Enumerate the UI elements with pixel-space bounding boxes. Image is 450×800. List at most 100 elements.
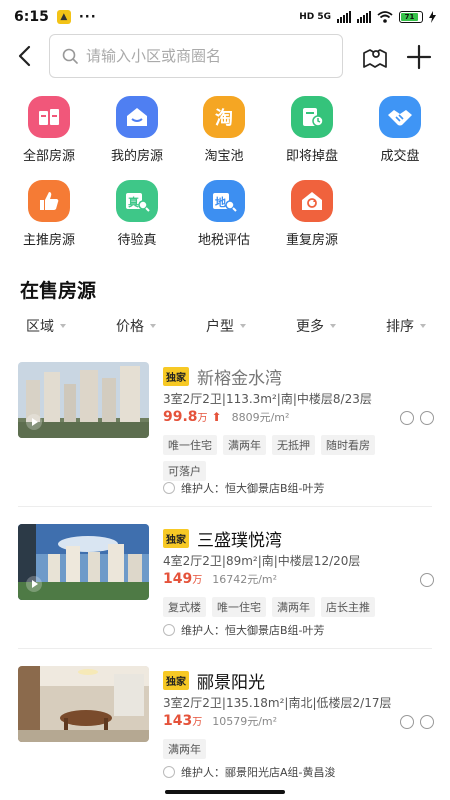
price-value: 99.8 — [163, 409, 198, 425]
svg-text:真: 真 — [128, 195, 139, 209]
home-indicator[interactable] — [165, 790, 285, 794]
fn-tax-assessment[interactable]: 地 地税评估 — [184, 180, 264, 248]
fn-taobao-pool[interactable]: 淘 淘宝池 — [184, 96, 264, 164]
signal-2-icon — [357, 11, 371, 23]
play-video-icon[interactable] — [26, 414, 42, 430]
fn-expiring-listings[interactable]: 即将掉盘 — [272, 96, 352, 164]
vr-icon[interactable] — [400, 411, 414, 425]
tag: 无抵押 — [272, 435, 315, 455]
keeper-label: 维护人： — [181, 624, 225, 637]
expiring-listings-icon — [291, 96, 333, 138]
tag: 唯一住宅 — [212, 597, 266, 617]
filter-label: 价格 — [116, 319, 144, 335]
filter-layout[interactable]: 户型 — [206, 316, 246, 336]
filter-sort[interactable]: 排序 — [386, 316, 426, 336]
listing-photo[interactable] — [18, 666, 149, 742]
listing-info: 独家 郦景阳光 3室2厅2卫|135.18m²|南北|低楼层2/17层 143万… — [163, 668, 438, 759]
section-title: 在售房源 — [20, 280, 97, 302]
unit-price: 16742元/m² — [212, 573, 278, 586]
handshake-icon — [379, 96, 421, 138]
vr-icon[interactable] — [400, 715, 414, 729]
interior-photo — [18, 666, 149, 742]
search-icon — [62, 48, 78, 64]
search-header — [0, 34, 450, 80]
status-bar: 6:15 ▲ ··· HD 5G 71 — [0, 0, 450, 34]
price-unit: 万 — [192, 717, 203, 728]
battery-icon: 71 — [399, 11, 423, 23]
tag: 满两年 — [163, 739, 206, 759]
fn-label: 主推房源 — [22, 233, 75, 248]
fn-closed-deals[interactable]: 成交盘 — [360, 96, 440, 164]
thumbs-up-icon — [28, 180, 70, 222]
listing-name[interactable]: 郦景阳光 — [197, 668, 265, 693]
listing-photo[interactable] — [18, 524, 149, 600]
tag: 随时看房 — [321, 435, 375, 455]
price-value: 143 — [163, 713, 193, 729]
fn-label: 待验真 — [117, 233, 157, 248]
chevron-down-icon — [420, 324, 426, 328]
tag: 满两年 — [272, 597, 315, 617]
listing-keeper: 维护人： 郦景阳光店A组-黄昌浚 — [163, 764, 336, 780]
compass-icon[interactable] — [420, 715, 434, 729]
tag-list: 满两年 — [163, 739, 413, 759]
play-video-icon[interactable] — [26, 576, 42, 592]
taobao-pool-icon: 淘 — [203, 96, 245, 138]
battery-level: 71 — [401, 13, 418, 21]
tag: 可落户 — [163, 461, 206, 481]
verify-icon: 真 — [116, 180, 158, 222]
price-value: 149 — [163, 571, 193, 587]
svg-text:地: 地 — [215, 195, 226, 209]
duplicate-icon — [291, 180, 333, 222]
fn-label: 即将掉盘 — [285, 149, 338, 164]
filter-label: 户型 — [206, 319, 234, 335]
all-listings-icon — [28, 96, 70, 138]
search-input[interactable] — [86, 47, 306, 65]
status-time: 6:15 — [14, 9, 49, 25]
listing-keeper: 维护人： 恒大御景店B组-叶芳 — [163, 622, 325, 638]
keeper-name: 恒大御景店B组-叶芳 — [225, 482, 325, 495]
filter-area[interactable]: 区域 — [26, 316, 66, 336]
back-icon[interactable] — [14, 44, 38, 68]
listing-name[interactable]: 三盛璞悦湾 — [197, 526, 282, 551]
fn-pending-verification[interactable]: 真 待验真 — [97, 180, 177, 248]
exclusive-badge: 独家 — [163, 366, 189, 386]
map-location-icon[interactable] — [362, 44, 388, 70]
keeper-name: 郦景阳光店A组-黄昌浚 — [225, 766, 336, 779]
compass-icon[interactable] — [420, 411, 434, 425]
chevron-down-icon — [330, 324, 336, 328]
chevron-down-icon — [240, 324, 246, 328]
tag: 店长主推 — [321, 597, 375, 617]
search-box[interactable] — [49, 34, 343, 78]
status-right: HD 5G 71 — [299, 11, 436, 23]
price-up-icon: ⬆ — [211, 410, 222, 424]
unit-price: 8809元/m² — [231, 411, 290, 424]
listing-name[interactable]: 新榕金水湾 — [197, 364, 282, 389]
listing-spec: 3室2厅2卫|113.3m²|南|中楼层8/23层 — [163, 392, 372, 406]
fn-duplicate-listings[interactable]: 重复房源 — [272, 180, 352, 248]
divider — [18, 506, 432, 507]
add-icon[interactable] — [406, 44, 432, 70]
vr-icon[interactable] — [420, 573, 434, 587]
fn-featured-listings[interactable]: 主推房源 — [9, 180, 89, 248]
exclusive-badge: 独家 — [163, 670, 189, 690]
notification-app-icon: ▲ — [56, 10, 71, 24]
filter-bar: 区域 价格 户型 更多 排序 — [0, 316, 450, 338]
keeper-label: 维护人： — [181, 766, 225, 779]
tag: 满两年 — [223, 435, 266, 455]
fn-all-listings[interactable]: 全部房源 — [9, 96, 89, 164]
status-more-dots: ··· — [78, 9, 97, 25]
listing-price: 143万 — [163, 713, 202, 729]
keeper-label: 维护人： — [181, 482, 225, 495]
filter-more[interactable]: 更多 — [296, 316, 336, 336]
listing-photo[interactable] — [18, 362, 149, 438]
listing-spec: 3室2厅2卫|135.18m²|南北|低楼层2/17层 — [163, 696, 392, 710]
fn-my-listings[interactable]: 我的房源 — [97, 96, 177, 164]
listing-info: 独家 三盛璞悦湾 4室2厅2卫|89m²|南|中楼层12/20层 149万 16… — [163, 526, 438, 617]
avatar-icon — [163, 766, 175, 778]
listing-price: 149万 — [163, 571, 202, 587]
filter-label: 更多 — [296, 319, 324, 335]
signal-icon — [337, 11, 351, 23]
listing-price: 99.8万 — [163, 409, 208, 425]
network-label: HD 5G — [299, 12, 331, 22]
filter-price[interactable]: 价格 — [116, 316, 156, 336]
